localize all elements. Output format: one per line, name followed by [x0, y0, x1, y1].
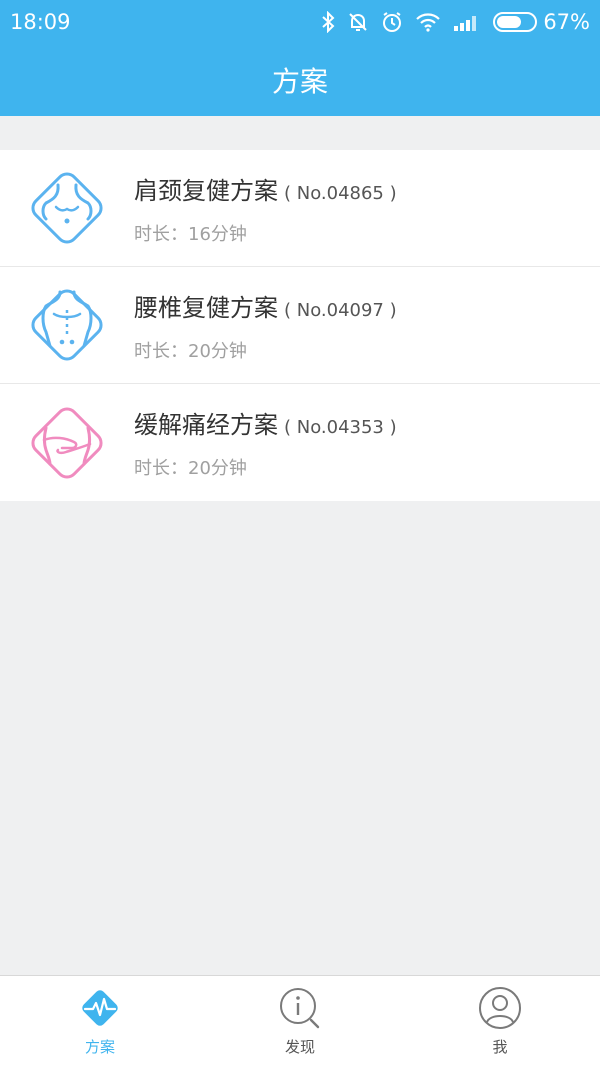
plan-title: 肩颈复健方案: [134, 176, 278, 205]
battery-icon: [493, 12, 538, 32]
plan-item-shoulder-neck[interactable]: 肩颈复健方案 ( No.04865 ) 时长：16分钟: [0, 150, 600, 267]
info-search-icon: [280, 988, 320, 1029]
lumbar-back-icon: [31, 289, 103, 361]
status-bar: 18:09 67%: [0, 0, 600, 44]
bluetooth-icon: [322, 11, 335, 33]
tab-label: 我: [492, 1038, 508, 1056]
tab-label: 发现: [284, 1038, 315, 1056]
plan-title: 腰椎复健方案: [134, 293, 278, 322]
app-header: 18:09 67% 方案: [0, 0, 600, 116]
status-time: 18:09: [10, 10, 71, 34]
pulse-icon: [82, 990, 118, 1026]
tab-me[interactable]: 我: [400, 976, 600, 1067]
signal-icon: [454, 16, 477, 31]
plan-code: ( No.04097 ): [284, 299, 397, 321]
wifi-icon: [416, 13, 441, 32]
plan-item-menstrual-pain[interactable]: 缓解痛经方案 ( No.04353 ) 时长：20分钟: [0, 384, 600, 501]
bell-muted-icon: [349, 13, 368, 31]
plan-title-row: 缓解痛经方案 ( No.04353 ): [134, 405, 397, 440]
abdomen-icon: [31, 406, 103, 479]
plan-code: ( No.04353 ): [284, 417, 397, 438]
plan-title-row: 腰椎复健方案 ( No.04097 ): [134, 288, 397, 323]
plan-title-row: 肩颈复健方案 ( No.04865 ): [134, 171, 397, 206]
plan-text: 缓解痛经方案 ( No.04353 ) 时长：20分钟: [134, 405, 397, 480]
page-title: 方案: [271, 65, 328, 98]
alarm-icon: [383, 12, 402, 32]
tab-label: 方案: [84, 1038, 115, 1056]
plan-list: 肩颈复健方案 ( No.04865 ) 时长：16分钟 腰椎复健方案 ( No.…: [0, 150, 600, 501]
plan-duration: 时长：16分钟: [134, 223, 247, 245]
tab-plans[interactable]: 方案: [0, 976, 200, 1067]
plan-text: 肩颈复健方案 ( No.04865 ) 时长：16分钟: [134, 171, 397, 246]
shoulder-neck-icon: [31, 172, 103, 244]
battery-fill: [497, 16, 522, 28]
plan-text: 腰椎复健方案 ( No.04097 ) 时长：20分钟: [134, 288, 397, 363]
plan-duration: 时长：20分钟: [134, 340, 247, 362]
bottom-tab-bar: 方案 发现 我: [0, 975, 600, 1067]
plan-item-lumbar[interactable]: 腰椎复健方案 ( No.04097 ) 时长：20分钟: [0, 267, 600, 384]
tab-discover[interactable]: 发现: [200, 976, 400, 1067]
status-icons: 67%: [321, 10, 590, 34]
plan-duration: 时长：20分钟: [134, 458, 247, 479]
user-icon: [479, 987, 521, 1029]
battery-indicator: 67%: [493, 10, 590, 34]
plan-title: 缓解痛经方案: [134, 411, 278, 439]
battery-percent: 67%: [543, 10, 590, 34]
plan-code: ( No.04865 ): [284, 182, 397, 204]
